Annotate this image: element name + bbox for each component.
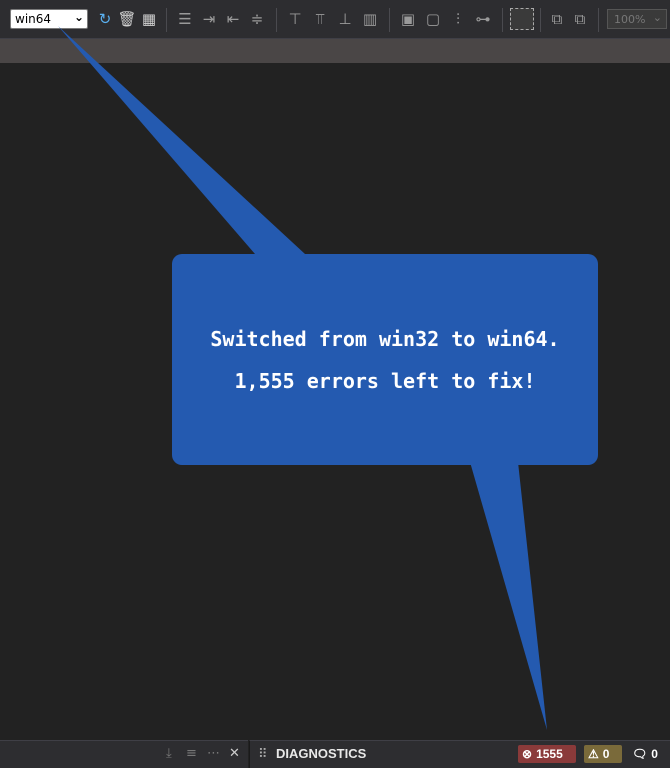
warning-count: 0: [602, 747, 610, 761]
scroll-down-icon[interactable]: ⤓: [166, 746, 172, 761]
callout-message: Switched from win32 to win64. 1,555 erro…: [172, 318, 598, 402]
word-wrap-icon[interactable]: ≡: [186, 746, 197, 761]
message-count-badge[interactable]: 🗨 0: [628, 745, 662, 763]
warning-count-badge[interactable]: ⚠ 0: [584, 745, 622, 763]
warning-icon: ⚠: [588, 747, 599, 761]
diagnostics-title: DIAGNOSTICS: [276, 746, 367, 761]
callout-line-1: Switched from win32 to win64.: [210, 327, 560, 351]
error-icon: ⊗: [522, 747, 533, 761]
output-panel-header: ⤓ ≡ ⋯ ✕: [0, 740, 248, 768]
callout-line-2: 1,555 errors left to fix!: [234, 369, 536, 393]
close-icon[interactable]: ✕: [229, 746, 240, 761]
error-count-badge[interactable]: ⊗ 1555: [518, 745, 576, 763]
message-icon: 🗨: [632, 747, 648, 761]
more-icon[interactable]: ⋯: [207, 746, 220, 761]
callout-pointer-bottom: [470, 462, 547, 730]
diagnostics-panel-header: ⠿ DIAGNOSTICS ⊗ 1555 ⚠ 0 🗨 0: [249, 740, 670, 768]
grip-icon[interactable]: ⠿: [258, 747, 268, 762]
message-count: 0: [651, 747, 658, 761]
callout-pointer-top: [58, 26, 305, 254]
error-count: 1555: [536, 747, 563, 761]
